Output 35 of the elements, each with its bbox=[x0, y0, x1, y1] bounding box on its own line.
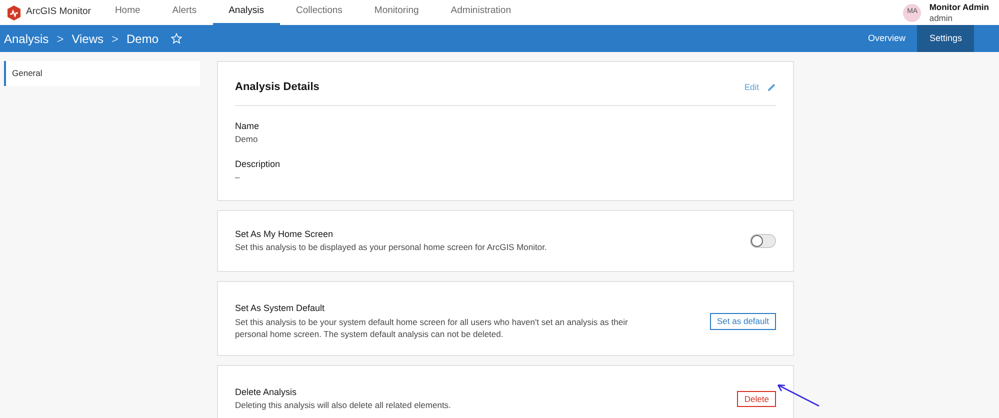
section-description: Set this analysis to be displayed as your personal home screen for ArcGIS Monitor. bbox=[235, 241, 547, 254]
card-title: Analysis Details bbox=[235, 80, 320, 95]
section-title: Delete Analysis bbox=[235, 386, 298, 399]
breadcrumb-link[interactable]: Demo bbox=[126, 30, 159, 48]
nav-tab[interactable]: Monitoring bbox=[358, 0, 435, 25]
section-title: Set As My Home Screen bbox=[235, 228, 334, 241]
section-title: Set As System Default bbox=[235, 302, 326, 315]
star-icon[interactable] bbox=[170, 33, 182, 44]
annotation-arrow bbox=[775, 382, 821, 408]
edit-link[interactable]: Edit bbox=[744, 80, 759, 94]
user-name: Monitor Admin bbox=[929, 2, 989, 12]
default-button[interactable]: Set as default bbox=[710, 313, 776, 330]
pencil-icon[interactable] bbox=[767, 82, 776, 92]
breadcrumb-separator: > bbox=[112, 30, 119, 48]
section-description: Deleting this analysis will also delete all related elements. bbox=[235, 399, 451, 412]
view-tab[interactable]: Overview bbox=[856, 25, 918, 52]
nav-tab[interactable]: Collections bbox=[280, 0, 358, 25]
field-value: – bbox=[235, 171, 241, 184]
toggle-switch[interactable] bbox=[750, 234, 776, 248]
nav-tab[interactable]: Administration bbox=[434, 0, 527, 25]
breadcrumb-separator: > bbox=[56, 30, 64, 48]
breadcrumb-link[interactable]: Views bbox=[72, 30, 104, 48]
delete-button[interactable]: Delete bbox=[737, 390, 776, 408]
logo-icon bbox=[6, 4, 22, 20]
breadcrumb-link[interactable]: Analysis bbox=[4, 30, 49, 48]
field-label: Name bbox=[235, 120, 260, 132]
nav-tab[interactable]: Alerts bbox=[156, 0, 213, 25]
user-role: admin bbox=[929, 12, 954, 23]
field-value: Demo bbox=[235, 133, 259, 146]
app-name: ArcGIS Monitor bbox=[26, 5, 91, 20]
section-description: Set this analysis to be your system default home screen for all users who haven't set an analysis as their personal home screen. The system default analysis can not be deleted. bbox=[235, 316, 629, 341]
view-tab[interactable]: Settings bbox=[917, 25, 974, 52]
field-label: Description bbox=[235, 158, 282, 171]
sidebar-item[interactable]: General bbox=[4, 61, 200, 86]
nav-tab[interactable]: Home bbox=[98, 0, 156, 25]
